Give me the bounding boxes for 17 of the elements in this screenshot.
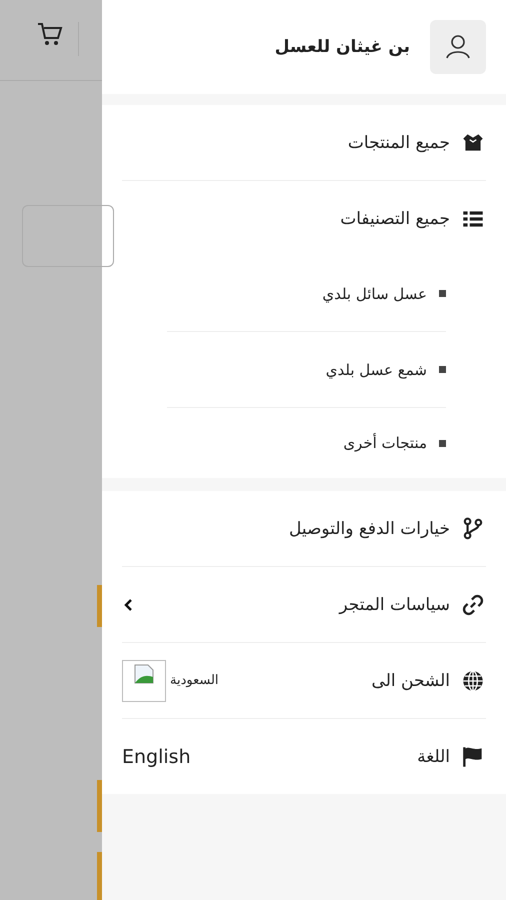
accent-strip xyxy=(97,585,102,627)
menu-item[interactable]: الشحن الى السعودية xyxy=(122,643,486,719)
menu-item[interactable]: جميع المنتجات xyxy=(122,105,486,181)
country-name: السعودية xyxy=(170,673,219,688)
language-value[interactable]: English xyxy=(122,746,191,768)
accent-strip xyxy=(97,852,102,900)
menu-item[interactable]: سياسات المتجر xyxy=(122,567,486,643)
cart-icon xyxy=(36,20,64,48)
menu-item[interactable]: جميع التصنيفات xyxy=(122,181,486,256)
category-item[interactable]: عسل سائل بلدي xyxy=(167,256,446,332)
category-item[interactable]: شمع عسل بلدي xyxy=(167,332,446,408)
account-button[interactable] xyxy=(430,20,486,74)
menu-item[interactable]: خيارات الدفع والتوصيل xyxy=(122,491,486,567)
broken-image-icon xyxy=(122,660,166,702)
category-item[interactable]: منتجات أخرى xyxy=(167,408,446,478)
store-name: بن غيثان للعسل xyxy=(274,37,410,57)
accent-strip xyxy=(97,780,102,832)
